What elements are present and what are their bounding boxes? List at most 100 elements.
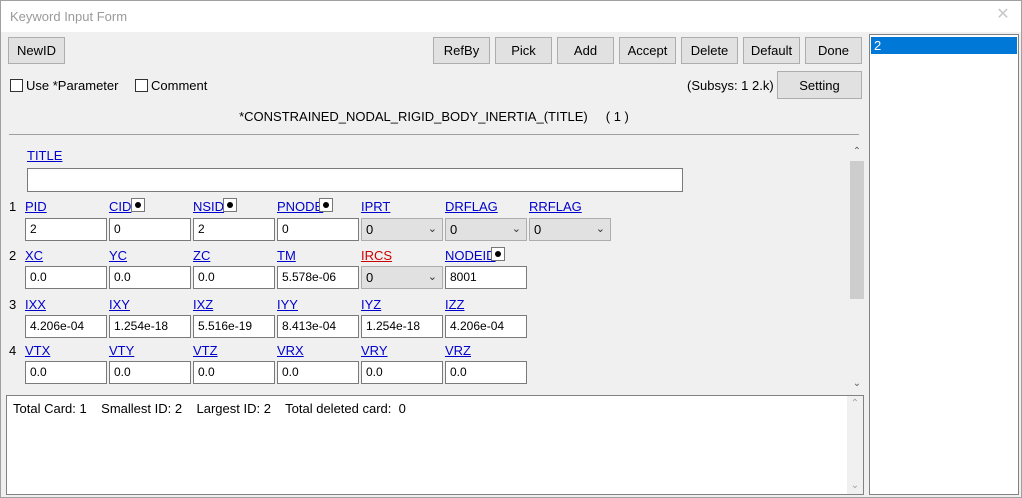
field-input-vtz[interactable]: 0.0 xyxy=(193,361,275,384)
field-label-iyz[interactable]: IYZ xyxy=(361,297,381,312)
field-label-pid[interactable]: PID xyxy=(25,199,47,214)
field-input-ixz[interactable]: 5.516e-19 xyxy=(193,315,275,338)
field-label-vrx[interactable]: VRX xyxy=(277,343,304,358)
field-label-vtz[interactable]: VTZ xyxy=(193,343,218,358)
pick-button[interactable]: Pick xyxy=(495,37,552,64)
field-input-ixy[interactable]: 1.254e-18 xyxy=(109,315,191,338)
field-input-vty[interactable]: 0.0 xyxy=(109,361,191,384)
field-input-zc[interactable]: 0.0 xyxy=(193,266,275,289)
chevron-down-icon[interactable]: ⌄ xyxy=(596,219,605,240)
field-label-yc[interactable]: YC xyxy=(109,248,127,263)
checkbox-box[interactable] xyxy=(135,78,148,92)
chevron-up-icon[interactable]: ⌃ xyxy=(849,144,865,160)
title-bar: Keyword Input Form ✕ xyxy=(1,1,1021,32)
field-select-drflag[interactable]: 0 ⌄ xyxy=(445,218,527,241)
field-input-pnode[interactable]: 0 xyxy=(277,218,359,241)
field-label-iyy[interactable]: IYY xyxy=(277,297,298,312)
field-input-izz[interactable]: 4.206e-04 xyxy=(445,315,527,338)
field-label-ircs[interactable]: IRCS xyxy=(361,248,392,263)
field-label-vry[interactable]: VRY xyxy=(361,343,388,358)
comment-label: Comment xyxy=(151,77,208,93)
chevron-down-icon[interactable]: ⌄ xyxy=(849,376,865,392)
field-label-ixx[interactable]: IXX xyxy=(25,297,46,312)
id-list[interactable]: 2 xyxy=(869,34,1019,495)
default-button[interactable]: Default xyxy=(743,37,800,64)
chevron-down-icon[interactable]: ⌄ xyxy=(512,219,521,240)
title-input[interactable] xyxy=(27,168,683,192)
field-label-cid[interactable]: CID xyxy=(109,199,131,214)
add-button[interactable]: Add xyxy=(557,37,614,64)
info-panel: Total Card: 1 Smallest ID: 2 Largest ID:… xyxy=(6,395,864,495)
field-label-nsid[interactable]: NSID xyxy=(193,199,224,214)
card-number: 4 xyxy=(9,343,17,358)
field-label-xc[interactable]: XC xyxy=(25,248,43,263)
chevron-down-icon[interactable]: ⌄ xyxy=(847,478,863,494)
use-parameter-checkbox[interactable]: Use *Parameter xyxy=(10,77,119,93)
newid-button[interactable]: NewID xyxy=(8,37,65,64)
select-value: 0 xyxy=(534,222,542,237)
field-input-yc[interactable]: 0.0 xyxy=(109,266,191,289)
field-input-tm[interactable]: 5.578e-06 xyxy=(277,266,359,289)
chevron-down-icon[interactable]: ⌄ xyxy=(428,267,437,288)
select-value: 0 xyxy=(366,270,374,285)
chevron-up-icon[interactable]: ⌃ xyxy=(847,396,863,412)
field-input-vrx[interactable]: 0.0 xyxy=(277,361,359,384)
dot-picker-icon[interactable] xyxy=(319,198,333,212)
dot-picker-icon[interactable] xyxy=(223,198,237,212)
field-input-ixx[interactable]: 4.206e-04 xyxy=(25,315,107,338)
info-scrollbar[interactable]: ⌃ ⌄ xyxy=(847,396,863,494)
close-icon[interactable]: ✕ xyxy=(994,6,1012,24)
field-input-pid[interactable]: 2 xyxy=(25,218,107,241)
title-label[interactable]: TITLE xyxy=(27,148,62,163)
field-label-ixz[interactable]: IXZ xyxy=(193,297,213,312)
field-label-tm[interactable]: TM xyxy=(277,248,296,263)
field-label-rrflag[interactable]: RRFLAG xyxy=(529,199,582,214)
comment-checkbox[interactable]: Comment xyxy=(135,77,208,93)
field-input-vrz[interactable]: 0.0 xyxy=(445,361,527,384)
field-label-iprt[interactable]: IPRT xyxy=(361,199,390,214)
card-number: 2 xyxy=(9,248,17,263)
field-input-vry[interactable]: 0.0 xyxy=(361,361,443,384)
field-input-nsid[interactable]: 2 xyxy=(193,218,275,241)
setting-button[interactable]: Setting xyxy=(777,71,862,99)
select-value: 0 xyxy=(450,222,458,237)
field-label-ixy[interactable]: IXY xyxy=(109,297,130,312)
field-label-izz[interactable]: IZZ xyxy=(445,297,465,312)
done-button[interactable]: Done xyxy=(805,37,862,64)
field-label-vrz[interactable]: VRZ xyxy=(445,343,471,358)
field-input-iyy[interactable]: 8.413e-04 xyxy=(277,315,359,338)
window-title: Keyword Input Form xyxy=(10,9,128,24)
form-scrollbar[interactable]: ⌃ ⌄ xyxy=(849,144,865,392)
dot-picker-icon[interactable] xyxy=(131,198,145,212)
field-label-drflag[interactable]: DRFLAG xyxy=(445,199,498,214)
card-number: 3 xyxy=(9,297,17,312)
field-input-vtx[interactable]: 0.0 xyxy=(25,361,107,384)
field-label-vtx[interactable]: VTX xyxy=(25,343,50,358)
field-label-zc[interactable]: ZC xyxy=(193,248,210,263)
delete-button[interactable]: Delete xyxy=(681,37,738,64)
separator xyxy=(9,134,859,135)
field-select-iprt[interactable]: 0 ⌄ xyxy=(361,218,443,241)
refby-button[interactable]: RefBy xyxy=(433,37,490,64)
id-list-item[interactable]: 2 xyxy=(871,37,1017,54)
dot-picker-icon[interactable] xyxy=(491,247,505,261)
field-label-pnode[interactable]: PNODE xyxy=(277,199,323,214)
use-parameter-label: Use *Parameter xyxy=(26,77,119,93)
field-label-nodeid[interactable]: NODEID xyxy=(445,248,496,263)
field-input-iyz[interactable]: 1.254e-18 xyxy=(361,315,443,338)
chevron-down-icon[interactable]: ⌄ xyxy=(428,219,437,240)
field-select-rrflag[interactable]: 0 ⌄ xyxy=(529,218,611,241)
field-input-cid[interactable]: 0 xyxy=(109,218,191,241)
keyword-count: ( 1 ) xyxy=(605,109,629,124)
scrollbar-thumb[interactable] xyxy=(850,161,864,299)
card-number: 1 xyxy=(9,199,17,214)
keyword-input-form-window: Keyword Input Form ✕ NewID RefBy Pick Ad… xyxy=(0,0,1022,498)
field-input-nodeid[interactable]: 8001 xyxy=(445,266,527,289)
field-label-vty[interactable]: VTY xyxy=(109,343,134,358)
field-select-ircs[interactable]: 0 ⌄ xyxy=(361,266,443,289)
keyword-name: *CONSTRAINED_NODAL_RIGID_BODY_INERTIA_(T… xyxy=(239,109,588,124)
accept-button[interactable]: Accept xyxy=(619,37,676,64)
subsys-label: (Subsys: 1 2.k) xyxy=(687,78,774,93)
checkbox-box[interactable] xyxy=(10,78,23,92)
field-input-xc[interactable]: 0.0 xyxy=(25,266,107,289)
